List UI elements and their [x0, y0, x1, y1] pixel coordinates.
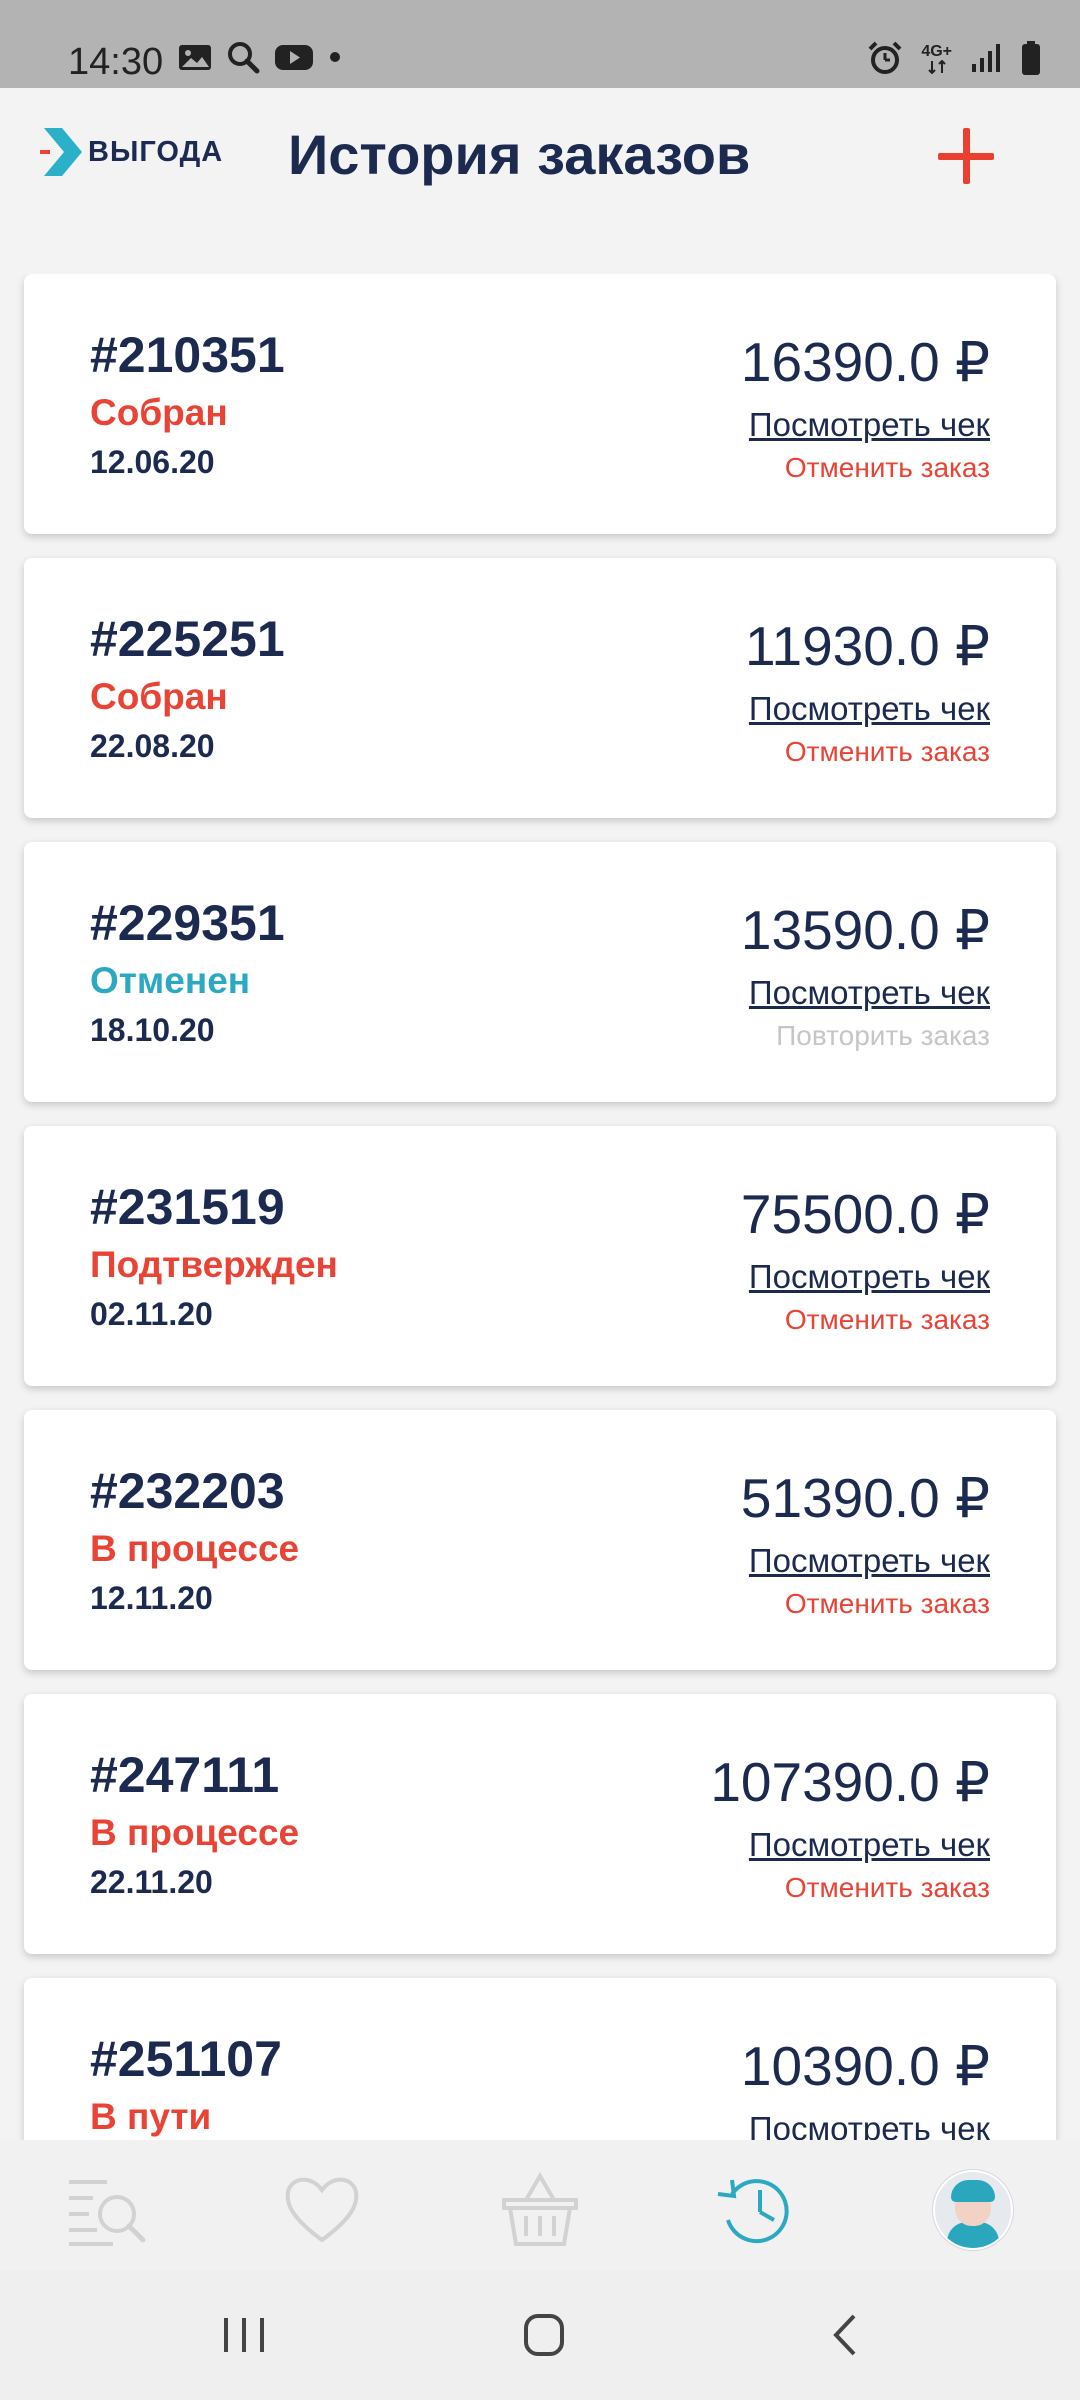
system-nav-bar	[0, 2270, 1080, 2400]
image-icon	[178, 42, 212, 77]
order-status: В пути	[90, 2096, 212, 2137]
order-card[interactable]: #231519 Подтвержден 02.11.20 75500.0 ₽ П…	[24, 1126, 1056, 1386]
order-status: Подтвержден	[90, 1244, 338, 1285]
cancel-order-link[interactable]: Отменить заказ	[785, 736, 990, 768]
order-price: 51390.0 ₽	[740, 1467, 990, 1529]
order-date: 02.11.20	[90, 1296, 213, 1332]
status-time: 14:30	[68, 41, 164, 83]
home-icon	[524, 2314, 564, 2356]
add-order-button[interactable]	[938, 128, 994, 184]
logo-text: ВЫГОДА	[88, 136, 224, 168]
nav-history[interactable]	[716, 2170, 796, 2248]
cancel-order-link[interactable]: Отменить заказ	[785, 1588, 990, 1620]
app-header: ВЫГОДА История заказов	[0, 88, 1080, 276]
back-button[interactable]	[806, 2308, 886, 2364]
brand-logo: ВЫГОДА	[40, 124, 240, 194]
view-receipt-link[interactable]: Посмотреть чек	[749, 690, 990, 728]
order-card[interactable]: #210351 Собран 12.06.20 16390.0 ₽ Посмот…	[24, 274, 1056, 534]
order-status: Отменен	[90, 960, 251, 1001]
order-number: #229351	[90, 895, 285, 951]
nav-basket[interactable]	[500, 2170, 580, 2248]
alarm-icon	[867, 40, 903, 81]
order-date: 22.11.20	[90, 1864, 213, 1900]
order-price: 16390.0 ₽	[740, 331, 990, 393]
search-icon	[226, 40, 260, 79]
order-card[interactable]: #232203 В процессе 12.11.20 51390.0 ₽ По…	[24, 1410, 1056, 1670]
order-status: Собран	[90, 392, 228, 433]
view-receipt-link[interactable]: Посмотреть чек	[749, 1826, 990, 1864]
order-date: 22.08.20	[90, 728, 215, 764]
order-number: #247111	[90, 1747, 280, 1803]
home-button[interactable]	[504, 2308, 584, 2364]
youtube-icon	[274, 42, 314, 77]
order-date: 18.10.20	[90, 1012, 215, 1048]
order-price: 13590.0 ₽	[740, 899, 990, 961]
basket-icon	[502, 2172, 578, 2246]
cancel-order-link[interactable]: Отменить заказ	[785, 1304, 990, 1336]
order-card[interactable]: #229351 Отменен 18.10.20 13590.0 ₽ Посмо…	[24, 842, 1056, 1102]
order-number: #232203	[90, 1463, 285, 1519]
status-left-icons	[178, 40, 342, 79]
order-status: В процессе	[90, 1528, 300, 1569]
profile-avatar[interactable]	[933, 2170, 1013, 2250]
dot-icon	[328, 50, 342, 69]
order-date: 12.11.20	[90, 1580, 213, 1616]
order-price: 107390.0 ₽	[710, 1751, 990, 1813]
order-price: 75500.0 ₽	[740, 1183, 990, 1245]
status-bar: 14:30 4G+	[0, 0, 1080, 88]
order-price: 10390.0 ₽	[740, 2035, 990, 2097]
order-card[interactable]: #225251 Собран 22.08.20 11930.0 ₽ Посмот…	[24, 558, 1056, 818]
page-title: История заказов	[288, 123, 751, 186]
cancel-order-link[interactable]: Отменить заказ	[785, 1872, 990, 1904]
orders-list[interactable]: #210351 Собран 12.06.20 16390.0 ₽ Посмот…	[0, 274, 1080, 2140]
recent-apps-icon	[224, 2318, 264, 2352]
logo-arrow-icon	[40, 128, 82, 176]
back-icon	[833, 2314, 856, 2356]
view-receipt-link[interactable]: Посмотреть чек	[749, 974, 990, 1012]
status-right-icons: 4G+	[867, 40, 1042, 81]
cancel-order-link[interactable]: Отменить заказ	[785, 452, 990, 484]
order-status: В процессе	[90, 1812, 300, 1853]
history-icon	[717, 2179, 789, 2244]
repeat-order-link[interactable]: Повторить заказ	[776, 1020, 990, 1052]
favorites-heart-icon	[285, 2177, 359, 2243]
order-card[interactable]: #251107 В пути 10390.0 ₽ Посмотреть чек	[24, 1978, 1056, 2140]
order-number: #231519	[90, 1179, 285, 1235]
order-number: #251107	[90, 2031, 282, 2087]
view-receipt-link[interactable]: Посмотреть чек	[749, 1258, 990, 1296]
order-price: 11930.0 ₽	[744, 615, 990, 677]
view-receipt-link[interactable]: Посмотреть чек	[749, 1542, 990, 1580]
order-date: 12.06.20	[90, 444, 215, 480]
recent-apps-button[interactable]	[204, 2308, 284, 2364]
nav-favorites[interactable]	[282, 2170, 362, 2248]
battery-icon	[1020, 40, 1042, 81]
view-receipt-link[interactable]: Посмотреть чек	[749, 2110, 990, 2140]
view-receipt-link[interactable]: Посмотреть чек	[749, 406, 990, 444]
order-card[interactable]: #247111 В процессе 22.11.20 107390.0 ₽ П…	[24, 1694, 1056, 1954]
catalog-search-icon	[69, 2180, 146, 2246]
bottom-nav	[0, 2140, 1080, 2270]
network-label: 4G+	[921, 42, 952, 60]
signal-icon	[970, 42, 1002, 79]
4g-icon: 4G+	[921, 42, 952, 78]
order-status: Собран	[90, 676, 228, 717]
order-number: #225251	[90, 611, 285, 667]
nav-catalog[interactable]	[67, 2170, 147, 2248]
order-number: #210351	[90, 327, 285, 383]
